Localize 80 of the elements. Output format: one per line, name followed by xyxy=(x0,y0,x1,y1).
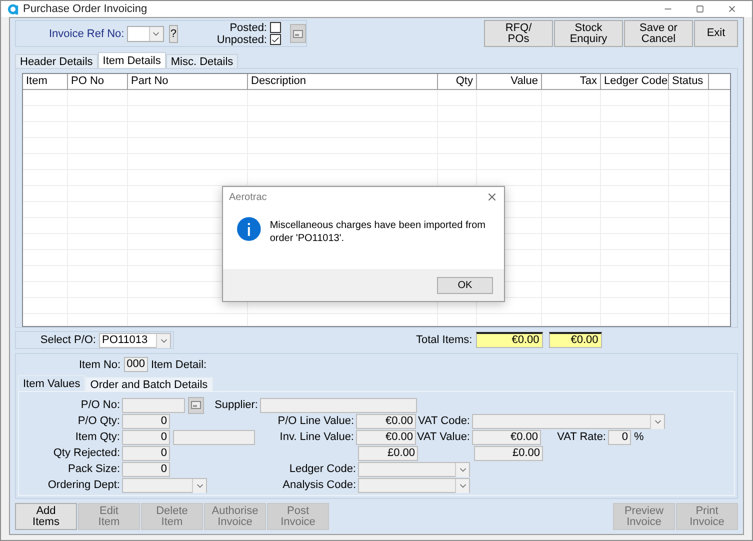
toolbar-button[interactable]: Exit xyxy=(694,20,738,47)
dropdown[interactable] xyxy=(472,414,665,428)
tab[interactable]: Order and Batch Details xyxy=(85,377,213,391)
window-icon xyxy=(293,30,303,38)
toolbar-button[interactable]: Save or Cancel xyxy=(624,20,693,47)
lookup-button[interactable] xyxy=(188,396,204,414)
input-field[interactable]: 0 xyxy=(122,446,170,460)
field-label: Item Qty: xyxy=(74,431,121,443)
field-label: Pack Size: xyxy=(67,463,121,475)
field-label: Total Items: xyxy=(416,334,472,346)
ok-button[interactable]: OK xyxy=(437,276,493,294)
column-header: Item xyxy=(23,74,68,89)
window-title: Purchase Order Invoicing xyxy=(23,3,148,15)
column-header: Tax xyxy=(542,74,601,89)
checkbox-label: Unposted: xyxy=(216,34,267,46)
input-field[interactable]: 0 xyxy=(608,430,631,444)
field-label: Invoice Ref No: xyxy=(49,28,124,40)
field-label: P/O No: xyxy=(80,399,121,411)
tab[interactable]: Item Details xyxy=(98,52,166,68)
total-field: €0.00 xyxy=(476,332,544,348)
toolbar-button[interactable]: RFQ/ POs xyxy=(484,20,553,47)
checkbox-label: Posted: xyxy=(230,22,267,34)
app-logo-icon xyxy=(7,3,19,15)
column-header: Qty xyxy=(438,74,477,89)
field-label: Item No: xyxy=(79,358,121,370)
input-field[interactable]: €0.00 xyxy=(356,414,416,428)
dropdown[interactable] xyxy=(358,478,470,492)
dropdown[interactable] xyxy=(127,26,164,42)
input-field[interactable]: 0 xyxy=(122,430,170,444)
action-button[interactable]: Add Items xyxy=(15,503,77,530)
field-label: VAT Code: xyxy=(417,415,471,427)
input-field[interactable]: 0 xyxy=(122,414,170,428)
dropdown[interactable] xyxy=(122,478,207,492)
dialog-title: Aerotrac xyxy=(229,192,267,202)
dropdown-value: PO11013 xyxy=(101,334,148,346)
close-icon[interactable] xyxy=(486,191,498,203)
window-icon xyxy=(191,401,201,409)
field-label: P/O Qty: xyxy=(76,415,121,427)
field-label: P/O Line Value: xyxy=(276,415,355,427)
field-label: Ledger Code: xyxy=(288,463,357,475)
column-header: Value xyxy=(477,74,542,89)
lookup-button[interactable] xyxy=(290,24,306,43)
column-header: Ledger Code xyxy=(601,74,669,89)
field-label: VAT Value: xyxy=(416,431,471,443)
field-label: VAT Rate: xyxy=(556,431,607,443)
checkbox[interactable] xyxy=(270,22,281,33)
input-field[interactable]: 0 xyxy=(122,462,170,476)
input-field[interactable]: £0.00 xyxy=(474,446,543,460)
tab[interactable]: Header Details xyxy=(15,54,98,68)
dialog-message: Miscellaneous charges have been imported from order 'PO11013'. xyxy=(270,219,486,246)
field-label: Analysis Code: xyxy=(282,479,357,491)
field-label: Supplier: xyxy=(214,399,259,411)
input-field[interactable]: 000 xyxy=(124,357,148,372)
field-label: Select P/O: xyxy=(40,334,96,346)
input-field[interactable] xyxy=(173,430,255,444)
input-field[interactable] xyxy=(122,398,185,412)
column-header: Status xyxy=(669,74,709,89)
checkbox[interactable] xyxy=(270,34,281,45)
column-header: PO No xyxy=(68,74,128,89)
dropdown[interactable] xyxy=(358,462,470,476)
column-header: Part No xyxy=(128,74,248,89)
input-field[interactable]: €0.00 xyxy=(356,430,416,444)
column-header: Description xyxy=(248,74,438,89)
toolbar-button[interactable]: Stock Enquiry xyxy=(554,20,623,47)
help-button[interactable]: ? xyxy=(168,24,178,42)
input-field[interactable]: €0.00 xyxy=(472,430,541,444)
maximize-icon[interactable] xyxy=(696,5,704,13)
tab[interactable]: Misc. Details xyxy=(166,54,238,68)
field-label: Qty Rejected: xyxy=(52,447,121,459)
dropdown[interactable]: PO11013 xyxy=(99,332,171,348)
field-label: Item Detail: xyxy=(150,358,207,370)
tab[interactable]: Item Values xyxy=(18,375,86,391)
field-label: Ordering Dept: xyxy=(46,479,121,491)
input-field[interactable] xyxy=(260,398,417,412)
field-label: Inv. Line Value: xyxy=(278,431,355,443)
input-field[interactable]: £0.00 xyxy=(358,446,418,460)
close-icon[interactable] xyxy=(727,4,737,14)
info-icon xyxy=(237,217,261,241)
total-field: €0.00 xyxy=(549,332,602,348)
unit-label: % xyxy=(633,431,644,443)
